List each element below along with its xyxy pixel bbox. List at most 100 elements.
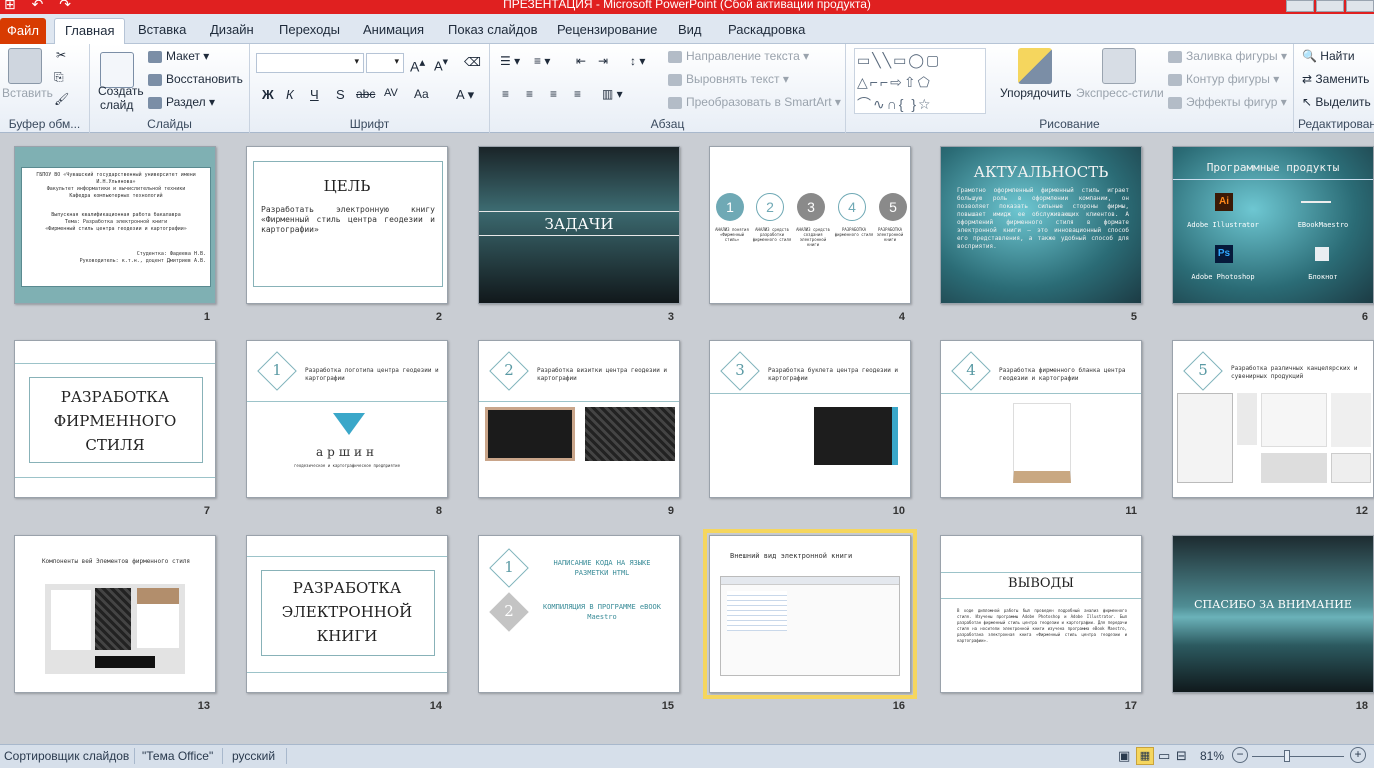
tab-home[interactable]: Главная — [54, 18, 126, 45]
slide-thumbnail-11[interactable]: 4 Разработка фирменного бланка центра ге… — [940, 340, 1142, 498]
font-color-icon[interactable]: A ▾ — [456, 87, 474, 103]
new-slide-button[interactable]: Создать — [98, 84, 144, 98]
italic-button[interactable]: К — [286, 87, 294, 102]
slideshow-view-icon[interactable]: ⊟ — [1176, 748, 1187, 764]
slide-thumbnail-3[interactable]: ЗАДАЧИ — [478, 146, 680, 304]
slide-thumbnail-6[interactable]: Программные продукты Ai Adobe Illustrato… — [1172, 146, 1374, 304]
find-button[interactable]: 🔍 Найти — [1302, 49, 1355, 63]
slide-thumbnail-4[interactable]: 1 2 3 4 5 АНАЛИЗ понятия «Фирменный стил… — [709, 146, 911, 304]
normal-view-icon[interactable]: ▣ — [1118, 748, 1130, 764]
slide-thumbnail-10[interactable]: 3 Разработка буклета центра геодезии и к… — [709, 340, 911, 498]
slide-number: 11 — [1125, 505, 1137, 517]
slide-thumbnail-12[interactable]: 5 Разработка различных канцелярских и су… — [1172, 340, 1374, 498]
slide-2-title: ЦЕЛЬ — [323, 177, 371, 195]
columns-icon[interactable]: ▥ ▾ — [602, 87, 623, 101]
replace-button[interactable]: ⇄ Заменить — [1302, 72, 1369, 86]
slide-thumbnail-18[interactable]: СПАСИБО ЗА ВНИМАНИЕ — [1172, 535, 1374, 693]
zoom-slider-thumb[interactable] — [1284, 750, 1290, 762]
restore-button[interactable] — [1316, 0, 1344, 12]
slide-thumbnail-13[interactable]: Компоненты вей Элементов фирменного стил… — [14, 535, 216, 693]
paste-button[interactable]: Вставить — [2, 86, 53, 100]
status-separator — [222, 748, 223, 764]
slide-sorter-view-icon[interactable]: ▦ — [1136, 747, 1154, 765]
select-button[interactable]: ↖ Выделить — [1302, 95, 1371, 109]
font-name-select[interactable]: ▾ — [256, 53, 364, 73]
zoom-slider-track[interactable] — [1252, 756, 1344, 757]
zoom-level[interactable]: 81% — [1200, 749, 1224, 763]
justify-icon[interactable]: ≡ — [574, 87, 581, 101]
tab-design[interactable]: Дизайн — [210, 20, 254, 44]
reading-view-icon[interactable]: ▭ — [1158, 748, 1170, 764]
strike-button[interactable]: abc — [356, 87, 375, 101]
quick-styles-button[interactable]: Экспресс-стили — [1076, 86, 1164, 100]
layout-button[interactable]: Макет ▾ — [148, 49, 209, 63]
slide-thumbnail-2[interactable]: ЦЕЛЬ Разработать электронную книгу «Фирм… — [246, 146, 448, 304]
stationery-mockup — [45, 584, 185, 674]
shadow-button[interactable]: S — [336, 87, 345, 102]
close-button[interactable] — [1346, 0, 1374, 12]
tab-review[interactable]: Рецензирование — [557, 20, 657, 44]
grow-font-icon[interactable]: A▴ — [410, 55, 425, 75]
slide-number: 1 — [203, 311, 210, 323]
zoom-out-button[interactable]: − — [1232, 747, 1248, 763]
shape-outline-button[interactable]: Контур фигуры ▾ — [1168, 72, 1279, 86]
tab-transitions[interactable]: Переходы — [279, 20, 340, 44]
slide-thumbnail-16[interactable]: Внешний вид электронной книги — [703, 529, 917, 699]
shrink-font-icon[interactable]: A▾ — [434, 55, 448, 73]
fill-icon — [1168, 50, 1182, 63]
section-icon — [148, 96, 162, 109]
minimize-button[interactable] — [1286, 0, 1314, 12]
slide-number: 17 — [1124, 700, 1137, 712]
numbering-icon[interactable]: ≡ ▾ — [534, 54, 550, 68]
arrange-button[interactable]: Упорядочить — [1000, 86, 1071, 100]
clear-format-icon[interactable]: ⌫ — [464, 55, 481, 69]
slide-thumbnail-8[interactable]: 1 Разработка логотипа центра геодезии и … — [246, 340, 448, 498]
copy-icon[interactable]: ⎘ — [54, 70, 64, 85]
align-left-icon[interactable]: ≡ — [502, 87, 509, 101]
slide-thumbnail-9[interactable]: 2 Разработка визитки центра геодезии и к… — [478, 340, 680, 498]
status-view-name: Сортировщик слайдов — [4, 749, 130, 763]
line-spacing-icon[interactable]: ↕ ▾ — [630, 54, 645, 68]
slide-thumbnail-5[interactable]: АКТУАЛЬНОСТЬ Грамотно оформленный фирмен… — [940, 146, 1142, 304]
font-size-select[interactable]: ▾ — [366, 53, 404, 73]
new-slide-button-2[interactable]: слайд — [100, 98, 133, 112]
reset-button[interactable]: Восстановить — [148, 72, 243, 86]
format-painter-icon[interactable]: 🖌 — [54, 92, 69, 106]
slide-number: 5 — [1130, 311, 1137, 323]
tab-file[interactable]: Файл — [0, 18, 46, 44]
align-text-button[interactable]: Выровнять текст ▾ — [668, 72, 789, 86]
text-direction-button[interactable]: Направление текста ▾ — [668, 49, 809, 63]
section-button[interactable]: Раздел ▾ — [148, 95, 215, 109]
smartart-button[interactable]: Преобразовать в SmartArt ▾ — [668, 95, 841, 109]
slide-thumbnail-14[interactable]: РАЗРАБОТКА ЭЛЕКТРОННОЙ КНИГИ — [246, 535, 448, 693]
tab-storyboard[interactable]: Раскадровка — [728, 20, 805, 44]
title-bar: ⊞ ↶ ↷ ПРЕЗЕНТАЦИЯ - Microsoft PowerPoint… — [0, 0, 1374, 14]
case-button[interactable]: Aa — [414, 87, 429, 101]
tab-slideshow[interactable]: Показ слайдов — [448, 20, 538, 44]
slide-thumbnail-1[interactable]: ГБПОУ ВО «Чувашский государственный унив… — [14, 146, 216, 304]
decrease-indent-icon[interactable]: ⇤ — [576, 54, 586, 68]
underline-button[interactable]: Ч — [310, 87, 319, 102]
tab-view[interactable]: Вид — [678, 20, 702, 44]
tab-insert[interactable]: Вставка — [138, 20, 186, 44]
select-label: Выделить — [1315, 95, 1371, 109]
shape-effects-button[interactable]: Эффекты фигур ▾ — [1168, 95, 1287, 109]
zoom-in-button[interactable]: + — [1350, 747, 1366, 763]
slide-thumbnail-15[interactable]: 1 НАПИСАНИЕ КОДА НА ЯЗЫКЕ РАЗМЕТКИ HTML … — [478, 535, 680, 693]
slide-thumbnail-17[interactable]: ВЫВОДЫ В ходе дипломной работы был прове… — [940, 535, 1142, 693]
shape-fill-button[interactable]: Заливка фигуры ▾ — [1168, 49, 1287, 63]
slide-11-title: Разработка фирменного бланка центра геод… — [999, 367, 1126, 382]
bold-button[interactable]: Ж — [262, 87, 274, 102]
tab-animations[interactable]: Анимация — [363, 20, 424, 44]
bullets-icon[interactable]: ☰ ▾ — [500, 54, 520, 68]
cut-icon[interactable]: ✂ — [56, 48, 66, 62]
increase-indent-icon[interactable]: ⇥ — [598, 54, 608, 68]
align-right-icon[interactable]: ≡ — [550, 87, 557, 101]
slide-15-item: НАПИСАНИЕ КОДА НА ЯЗЫКЕ РАЗМЕТКИ HTML — [553, 559, 651, 577]
slide-thumbnail-7[interactable]: РАЗРАБОТКА ФИРМЕННОГО СТИЛЯ — [14, 340, 216, 498]
shapes-gallery[interactable]: ▭╲╲▭◯▢ △⌐⌐⇨⇧⬠ ⌒∿∩{ }☆ — [854, 48, 986, 114]
status-language[interactable]: русский — [232, 749, 275, 763]
align-center-icon[interactable]: ≡ — [526, 87, 533, 101]
slide-1-line: Студентка: Фадеева Н.В. — [136, 251, 206, 257]
spacing-button[interactable]: AV — [384, 87, 398, 99]
